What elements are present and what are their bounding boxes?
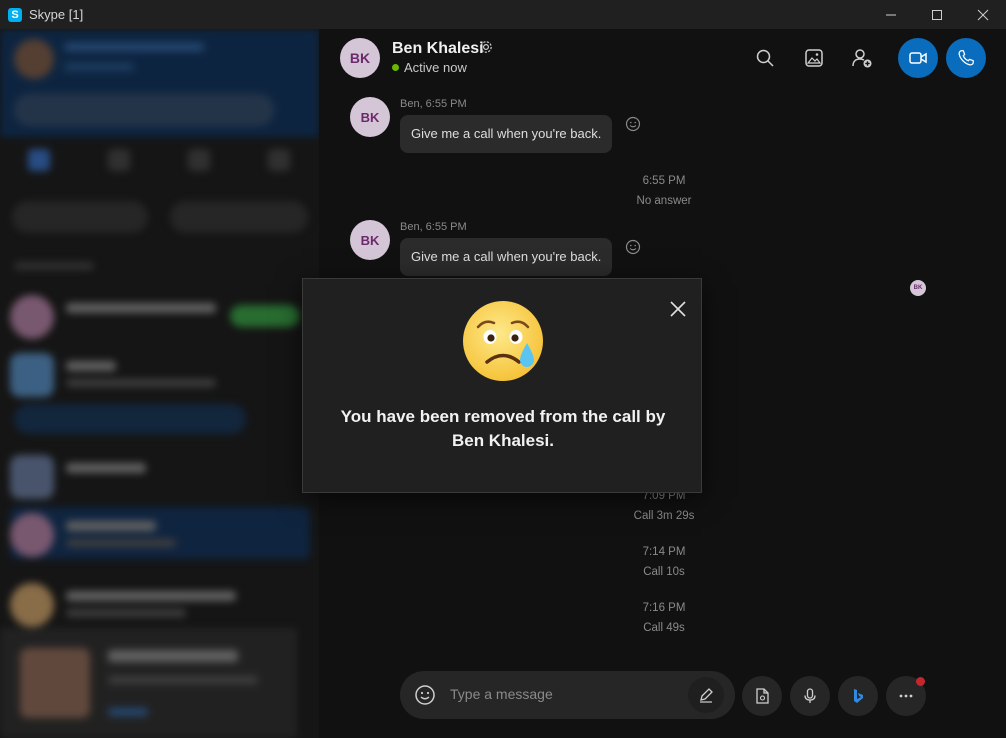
chat-list-item[interactable] [10, 289, 310, 341]
close-icon [670, 301, 686, 317]
emoji-button[interactable] [413, 683, 437, 707]
search-button[interactable] [746, 39, 784, 77]
dialog-message: You have been removed from the call by B… [340, 407, 666, 450]
calls-icon[interactable] [108, 149, 130, 171]
dialog-close-button[interactable] [667, 298, 689, 320]
call-event-info: Call 49s [643, 622, 685, 634]
contact-settings-button[interactable] [478, 39, 494, 60]
format-button[interactable] [688, 677, 724, 713]
search-icon [756, 49, 774, 67]
title-bar: S Skype [1] [0, 0, 1006, 29]
pen-icon [700, 688, 713, 703]
chats-icon[interactable] [28, 149, 50, 171]
video-call-button[interactable] [898, 38, 938, 78]
profile-avatar[interactable] [14, 39, 54, 79]
sidebar-nav [0, 137, 319, 189]
chat-header: BK Ben Khalesi Active now [319, 29, 1006, 85]
close-window-button[interactable] [960, 0, 1006, 29]
smiley-icon [625, 116, 641, 132]
notification-dot [916, 677, 925, 686]
audio-call-button[interactable] [946, 38, 986, 78]
mic-icon [804, 688, 816, 703]
contact-avatar[interactable]: BK [340, 38, 380, 78]
message-meta: Ben, 6:55 PM [400, 98, 467, 110]
recent-chats-heading [14, 262, 94, 270]
chat-list-item[interactable] [10, 577, 310, 629]
video-call-icon [909, 52, 927, 64]
emoji-icon [415, 685, 435, 705]
notifications-icon[interactable] [268, 149, 290, 171]
bing-icon [854, 689, 863, 703]
call-event-info: Call 10s [643, 566, 685, 578]
new-chat-button[interactable] [170, 201, 308, 233]
file-icon [756, 688, 769, 704]
gear-icon [480, 41, 492, 53]
status-text: Active now [404, 60, 467, 75]
minimize-button[interactable] [868, 0, 914, 29]
online-dot-icon [392, 64, 399, 71]
call-event-info: Call 3m 29s [633, 510, 695, 522]
call-event-time: 7:14 PM [642, 546, 686, 558]
profile-balance-placeholder [64, 63, 134, 71]
message-bubble[interactable]: Give me a call when you're back. [400, 238, 613, 276]
minimize-icon [886, 14, 896, 15]
chat-list-item[interactable] [10, 347, 310, 399]
bing-button[interactable] [838, 676, 878, 716]
audio-call-icon [958, 50, 974, 66]
call-event-info: No answer [636, 195, 692, 207]
message-composer: Type a message [400, 671, 735, 719]
gallery-icon [805, 49, 823, 67]
meet-now-button[interactable] [12, 201, 148, 233]
read-receipt-avatar: BK [910, 280, 926, 296]
message-meta: Ben, 6:55 PM [400, 221, 467, 233]
maximize-button[interactable] [914, 0, 960, 29]
skype-logo-icon: S [8, 7, 22, 22]
call-event-time: 7:16 PM [642, 602, 686, 614]
sidebar [0, 29, 319, 738]
sidebar-search[interactable] [14, 94, 274, 126]
call-event-time: 6:55 PM [642, 175, 686, 187]
message-bubble[interactable]: Give me a call when you're back. [400, 115, 613, 153]
reaction-button[interactable] [624, 115, 642, 133]
smiley-icon [625, 239, 641, 255]
sidebar-banner[interactable] [14, 404, 246, 434]
removed-from-call-dialog: You have been removed from the call by B… [302, 278, 702, 493]
reaction-button[interactable] [624, 238, 642, 256]
maximize-icon [932, 9, 942, 20]
contact-status: Active now [392, 60, 467, 75]
profile-name-placeholder [64, 43, 204, 51]
contact-name[interactable]: Ben Khalesi [392, 40, 484, 58]
voice-message-button[interactable] [790, 676, 830, 716]
contacts-icon[interactable] [188, 149, 210, 171]
sidebar-promo [0, 628, 297, 738]
window-title: Skype [1] [29, 7, 84, 22]
message-avatar[interactable]: BK [350, 97, 390, 137]
chat-list-item[interactable] [10, 449, 310, 501]
message-avatar[interactable]: BK [350, 220, 390, 260]
chat-list-item-selected[interactable] [10, 507, 310, 559]
more-icon [899, 694, 913, 698]
add-people-button[interactable] [843, 39, 881, 77]
gallery-button[interactable] [795, 39, 833, 77]
sidebar-profile-area [0, 29, 319, 137]
send-file-button[interactable] [742, 676, 782, 716]
sad-tear-emoji-icon [461, 299, 545, 383]
message-input[interactable]: Type a message [450, 686, 553, 702]
add-people-icon [852, 49, 872, 68]
close-icon [977, 9, 989, 20]
